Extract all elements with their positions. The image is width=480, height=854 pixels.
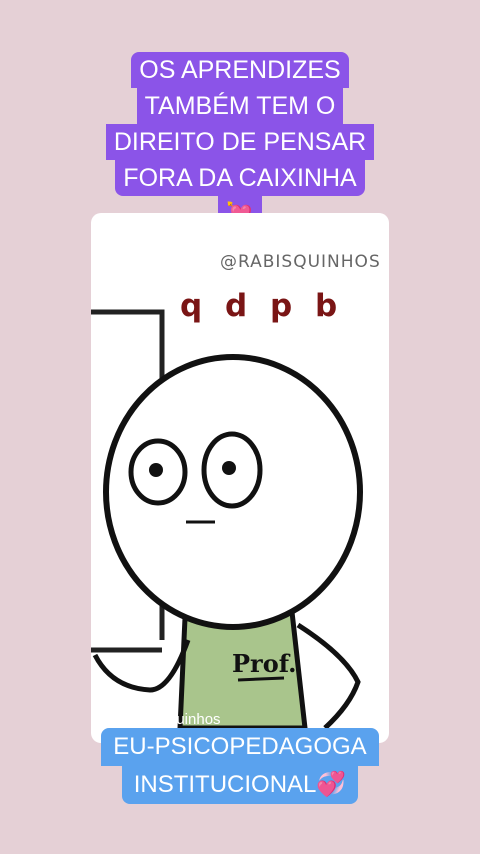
shirt-text: Prof. (232, 649, 297, 678)
left-pupil (149, 463, 163, 477)
teacher-illustration: Prof. (91, 309, 363, 731)
bottom-caption-line-1: EU-PSICOPEDAGOGA (101, 728, 379, 766)
bottom-caption: EU-PSICOPEDAGOGA INSTITUCIONAL💞 (0, 728, 480, 804)
right-pupil (222, 461, 236, 475)
right-arm (296, 622, 361, 730)
letters-q-d-p-b: q d p b (180, 288, 344, 324)
bottom-caption-line-2: INSTITUCIONAL💞 (121, 766, 359, 804)
bottom-watermark: quinhos (168, 711, 221, 728)
shirt-underline (237, 676, 285, 682)
creator-watermark: @RABISQUINHOS (220, 252, 381, 272)
